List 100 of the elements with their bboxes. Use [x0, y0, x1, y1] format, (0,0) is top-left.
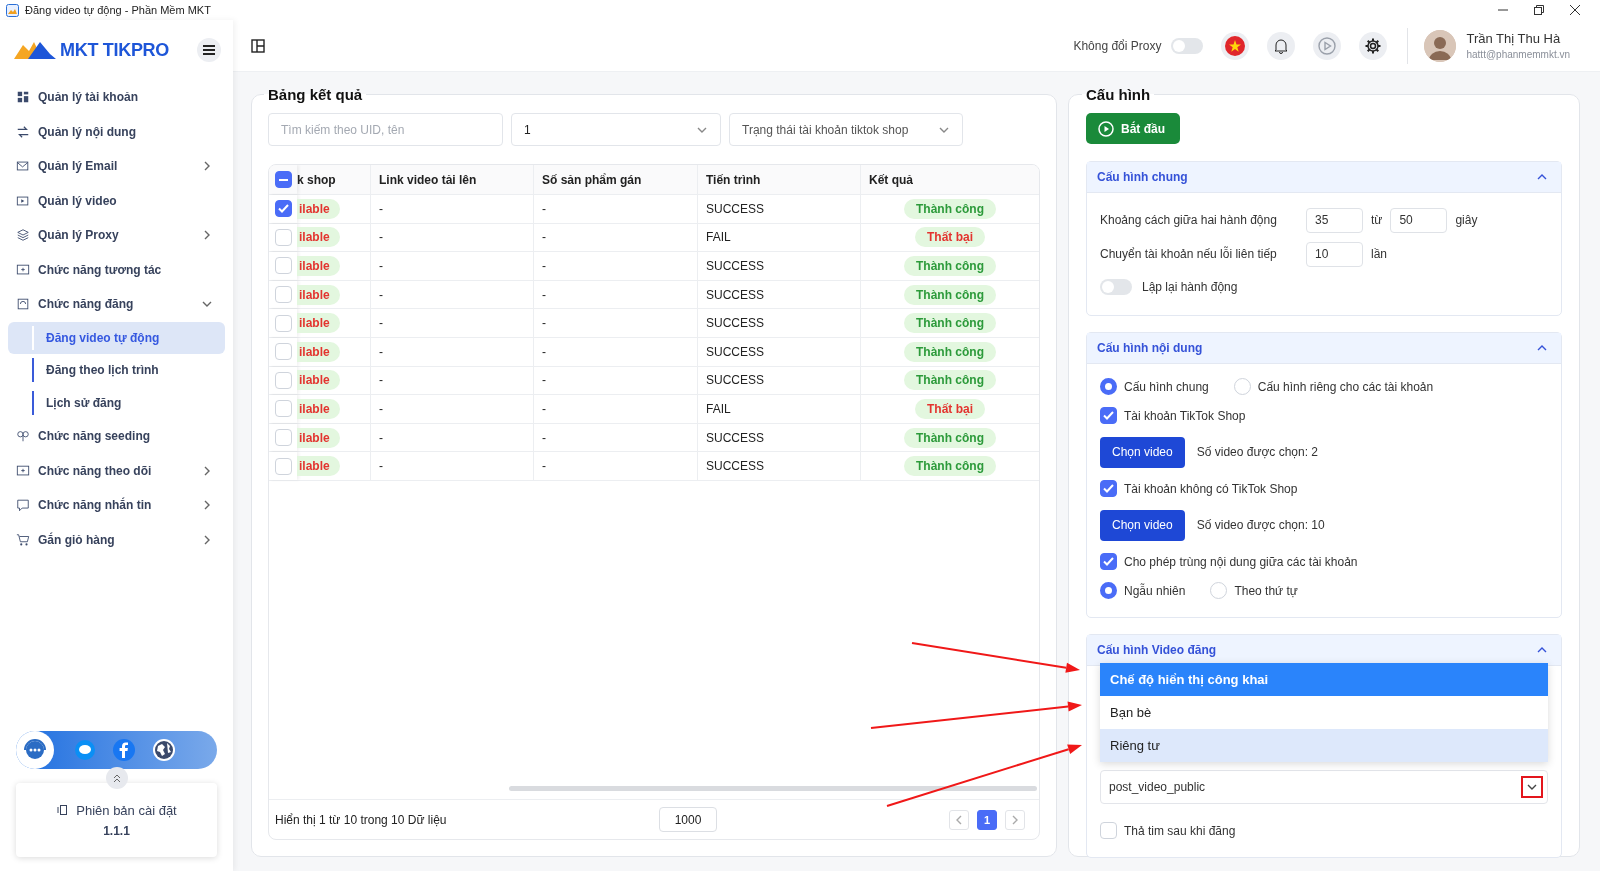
privacy-select[interactable]: post_video_public — [1100, 770, 1548, 804]
dropdown-option[interactable]: Bạn bè — [1100, 696, 1548, 729]
sidebar-item[interactable]: Quản lý Proxy — [8, 218, 225, 253]
checkbox-label: Thả tim sau khi đăng — [1124, 823, 1236, 838]
check-icon — [1103, 484, 1114, 493]
logo-icon — [14, 40, 58, 60]
layout-icon[interactable] — [251, 38, 265, 53]
dropdown-option[interactable]: Riêng tư — [1100, 729, 1548, 762]
unit-label: giây — [1455, 213, 1478, 227]
sidebar-item[interactable]: Quản lý Email — [8, 149, 225, 184]
status-tag: ilable — [297, 198, 340, 219]
page-button[interactable]: 1 — [977, 809, 997, 830]
option-label: Cấu hình chung — [1124, 379, 1209, 394]
table-cell: - — [534, 195, 698, 223]
sidebar-item[interactable]: Chức năng nhắn tin — [8, 488, 225, 523]
table-cell: - — [371, 309, 534, 337]
filter-select[interactable]: 1 — [511, 113, 721, 146]
chat-bubble-icon[interactable] — [74, 739, 96, 761]
checkbox-label: Cho phép trùng nội dung giữa các tài khoản — [1124, 554, 1358, 569]
column-header: Số sản phẩm gán — [534, 165, 698, 194]
checkbox[interactable] — [1100, 480, 1117, 497]
settings-button[interactable] — [1359, 31, 1388, 60]
table-cell: - — [534, 252, 698, 280]
table-cell: - — [534, 452, 698, 480]
number-field[interactable]: 10 — [1306, 241, 1363, 267]
sidebar-subitem[interactable]: Đăng theo lịch trình — [8, 354, 225, 387]
close-icon[interactable] — [1570, 5, 1580, 15]
result-badge: Thất bại — [915, 227, 985, 248]
sidebar-item[interactable]: Quản lý video — [8, 183, 225, 218]
table-cell: FAIL — [698, 223, 861, 252]
filter-select[interactable]: Trạng thái tài khoản tiktok shop — [729, 113, 963, 146]
sidebar-item[interactable]: Chức năng đăng — [8, 287, 225, 322]
section-header[interactable]: Cấu hình nội dung — [1087, 333, 1561, 364]
column-header: k shop — [297, 165, 371, 194]
summary-text: Hiển thị 1 từ 10 trong 10 Dữ liệu — [275, 812, 448, 827]
sidebar-item[interactable]: Chức năng theo dõi — [8, 453, 225, 488]
sidebar-item[interactable]: Gắn giỏ hàng — [8, 522, 225, 557]
minus-icon — [279, 178, 288, 181]
message-icon — [16, 498, 30, 513]
result-badge: Thành công — [904, 456, 996, 477]
scrollbar[interactable] — [509, 786, 1037, 791]
table-cell: SUCCESS — [698, 337, 861, 366]
menu-button[interactable] — [197, 38, 221, 62]
sidebar-item[interactable]: Chức năng tương tác — [8, 252, 225, 287]
device-icon — [56, 804, 69, 816]
select-all-checkbox[interactable] — [275, 171, 292, 188]
sidebar-subitem[interactable]: Đăng video tự động — [8, 321, 225, 354]
flag-icon — [1225, 35, 1246, 56]
proxy-toggle[interactable] — [1171, 37, 1204, 54]
avatar[interactable] — [1424, 29, 1457, 62]
language-button[interactable] — [1221, 31, 1250, 60]
table-cell: SUCCESS — [698, 252, 861, 280]
choose-video-button[interactable]: Chọn video — [1100, 436, 1185, 468]
logo-text: MKT TIKPRO — [60, 39, 169, 61]
section-header[interactable]: Cấu hình chung — [1087, 162, 1561, 193]
checkbox[interactable] — [275, 200, 292, 218]
sidebar-item[interactable]: Quản lý tài khoản — [8, 80, 225, 115]
table-cell: - — [534, 395, 698, 423]
video-count: Số video được chọn: 10 — [1196, 518, 1325, 532]
globe-icon[interactable] — [152, 738, 176, 762]
sidebar-item[interactable]: Chức năng seeding — [8, 419, 225, 454]
table-cell: - — [534, 423, 698, 452]
table-cell: SUCCESS — [698, 366, 861, 395]
sidebar-subitem[interactable]: Lịch sử đăng — [8, 386, 225, 419]
play-icon — [1098, 120, 1114, 137]
checkbox-label: Tài khoản TikTok Shop — [1124, 408, 1246, 423]
result-badge: Thành công — [904, 341, 996, 362]
dropdown-option[interactable]: Chế độ hiển thị công khai — [1100, 663, 1548, 696]
sidebar-item[interactable]: Quản lý nội dung — [8, 114, 225, 149]
restore-icon[interactable] — [1534, 5, 1544, 15]
proxy-label: Không đổi Proxy — [1073, 38, 1162, 53]
play-button[interactable] — [1313, 31, 1342, 60]
start-button[interactable]: Bắt đầu — [1086, 113, 1180, 144]
choose-video-button[interactable]: Chọn video — [1100, 509, 1185, 541]
menu-icon — [203, 45, 215, 55]
play-icon — [1318, 36, 1337, 55]
result-badge: Thành công — [904, 198, 996, 219]
status-tag: ilable — [297, 456, 340, 477]
version-number: 1.1.1 — [103, 823, 130, 838]
checkbox-label: Tài khoản không có TikTok Shop — [1124, 481, 1298, 496]
checkbox[interactable] — [1100, 553, 1117, 570]
number-field[interactable]: 35 — [1306, 207, 1363, 233]
repeat-toggle[interactable] — [1100, 279, 1132, 295]
radio-button[interactable] — [1100, 378, 1117, 395]
table-cell: - — [534, 337, 698, 366]
table-cell: - — [534, 366, 698, 395]
user-email: hattt@phanmemmkt.vn — [1466, 49, 1570, 60]
table-cell: - — [371, 452, 534, 480]
notification-button[interactable] — [1267, 31, 1296, 60]
page-size-field[interactable]: 1000 — [659, 807, 717, 832]
number-field[interactable]: 50 — [1390, 207, 1448, 233]
status-tag: ilable — [297, 227, 340, 248]
facebook-icon[interactable] — [112, 738, 136, 762]
status-tag: ilable — [297, 370, 340, 391]
double-chevron-up-icon — [111, 773, 122, 783]
status-tag: ilable — [297, 398, 340, 419]
app-icon — [6, 3, 19, 17]
checkbox[interactable] — [1100, 407, 1117, 424]
table-cell: SUCCESS — [698, 309, 861, 337]
radio-button[interactable] — [1100, 582, 1117, 599]
